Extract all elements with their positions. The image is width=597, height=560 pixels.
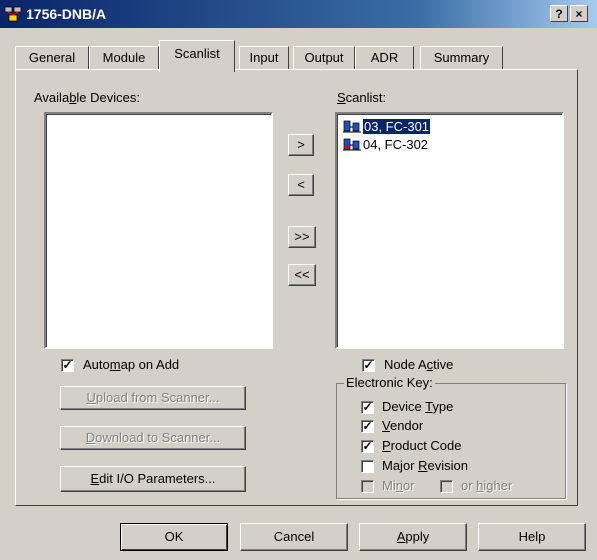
product-code-label: Product Code [382, 438, 462, 453]
tab-output[interactable]: Output [293, 46, 355, 70]
scanlist-tab-panel: Available Devices: Scanlist: 03, FC-301 [15, 69, 578, 506]
electronic-key-label: Electronic Key: [344, 375, 435, 390]
node-active-label: Node Active [384, 357, 454, 372]
product-code-checkbox[interactable]: ✓ [361, 440, 374, 453]
add-all-button[interactable]: >> [288, 226, 316, 248]
help-button[interactable]: Help [478, 523, 586, 551]
vendor-label: Vendor [382, 418, 424, 433]
add-to-scanlist-button[interactable]: > [288, 134, 314, 156]
vendor-checkbox[interactable]: ✓ [361, 420, 374, 433]
available-devices-list[interactable] [44, 112, 273, 349]
node-active-checkbox[interactable]: ✓ [362, 359, 375, 372]
tab-general[interactable]: General [15, 46, 89, 70]
scanlist-list[interactable]: 03, FC-301 04, FC-302 [335, 112, 564, 349]
remove-from-scanlist-button[interactable]: < [288, 174, 314, 196]
available-devices-label: Available Devices: [34, 90, 140, 105]
edit-io-parameters-button[interactable]: Edit I/O Parameters... [60, 466, 246, 492]
tab-module[interactable]: Module [89, 46, 159, 70]
device-node-icon [343, 120, 361, 133]
download-to-scanner-button[interactable]: Download to Scanner... [60, 426, 246, 450]
cancel-button[interactable]: Cancel [240, 523, 348, 551]
minor-checkbox[interactable] [361, 480, 374, 493]
or-higher-checkbox[interactable] [440, 480, 453, 493]
minor-label: Minor [382, 478, 415, 493]
upload-from-scanner-button[interactable]: Upload from Scanner... [60, 386, 246, 410]
dialog-window: 1756-DNB/A ? × General Module Scanlist I… [0, 0, 597, 560]
major-revision-label: Major Revision [382, 458, 468, 473]
device-node-icon [343, 138, 361, 151]
network-app-icon [4, 6, 22, 22]
help-title-button[interactable]: ? [550, 5, 568, 22]
tab-summary[interactable]: Summary [420, 46, 503, 70]
scanlist-item[interactable]: 03, FC-301 [341, 118, 432, 135]
tab-input[interactable]: Input [239, 46, 289, 70]
window-title: 1756-DNB/A [26, 6, 107, 22]
apply-button[interactable]: Apply [359, 523, 467, 551]
title-bar[interactable]: 1756-DNB/A ? × [0, 0, 597, 28]
device-type-checkbox[interactable]: ✓ [361, 401, 374, 414]
automap-label: Automap on Add [83, 357, 180, 372]
tab-scanlist[interactable]: Scanlist [159, 40, 235, 72]
scanlist-item[interactable]: 04, FC-302 [341, 136, 428, 153]
ok-button[interactable]: OK [120, 523, 228, 551]
automap-checkbox[interactable]: ✓ [61, 359, 74, 372]
close-button[interactable]: × [570, 5, 588, 22]
tab-adr[interactable]: ADR [355, 46, 414, 70]
device-type-label: Device Type [382, 399, 454, 414]
or-higher-label: or higher [461, 478, 513, 493]
remove-all-button[interactable]: << [288, 264, 316, 286]
major-revision-checkbox[interactable] [361, 460, 374, 473]
scanlist-label: Scanlist: [337, 90, 387, 105]
